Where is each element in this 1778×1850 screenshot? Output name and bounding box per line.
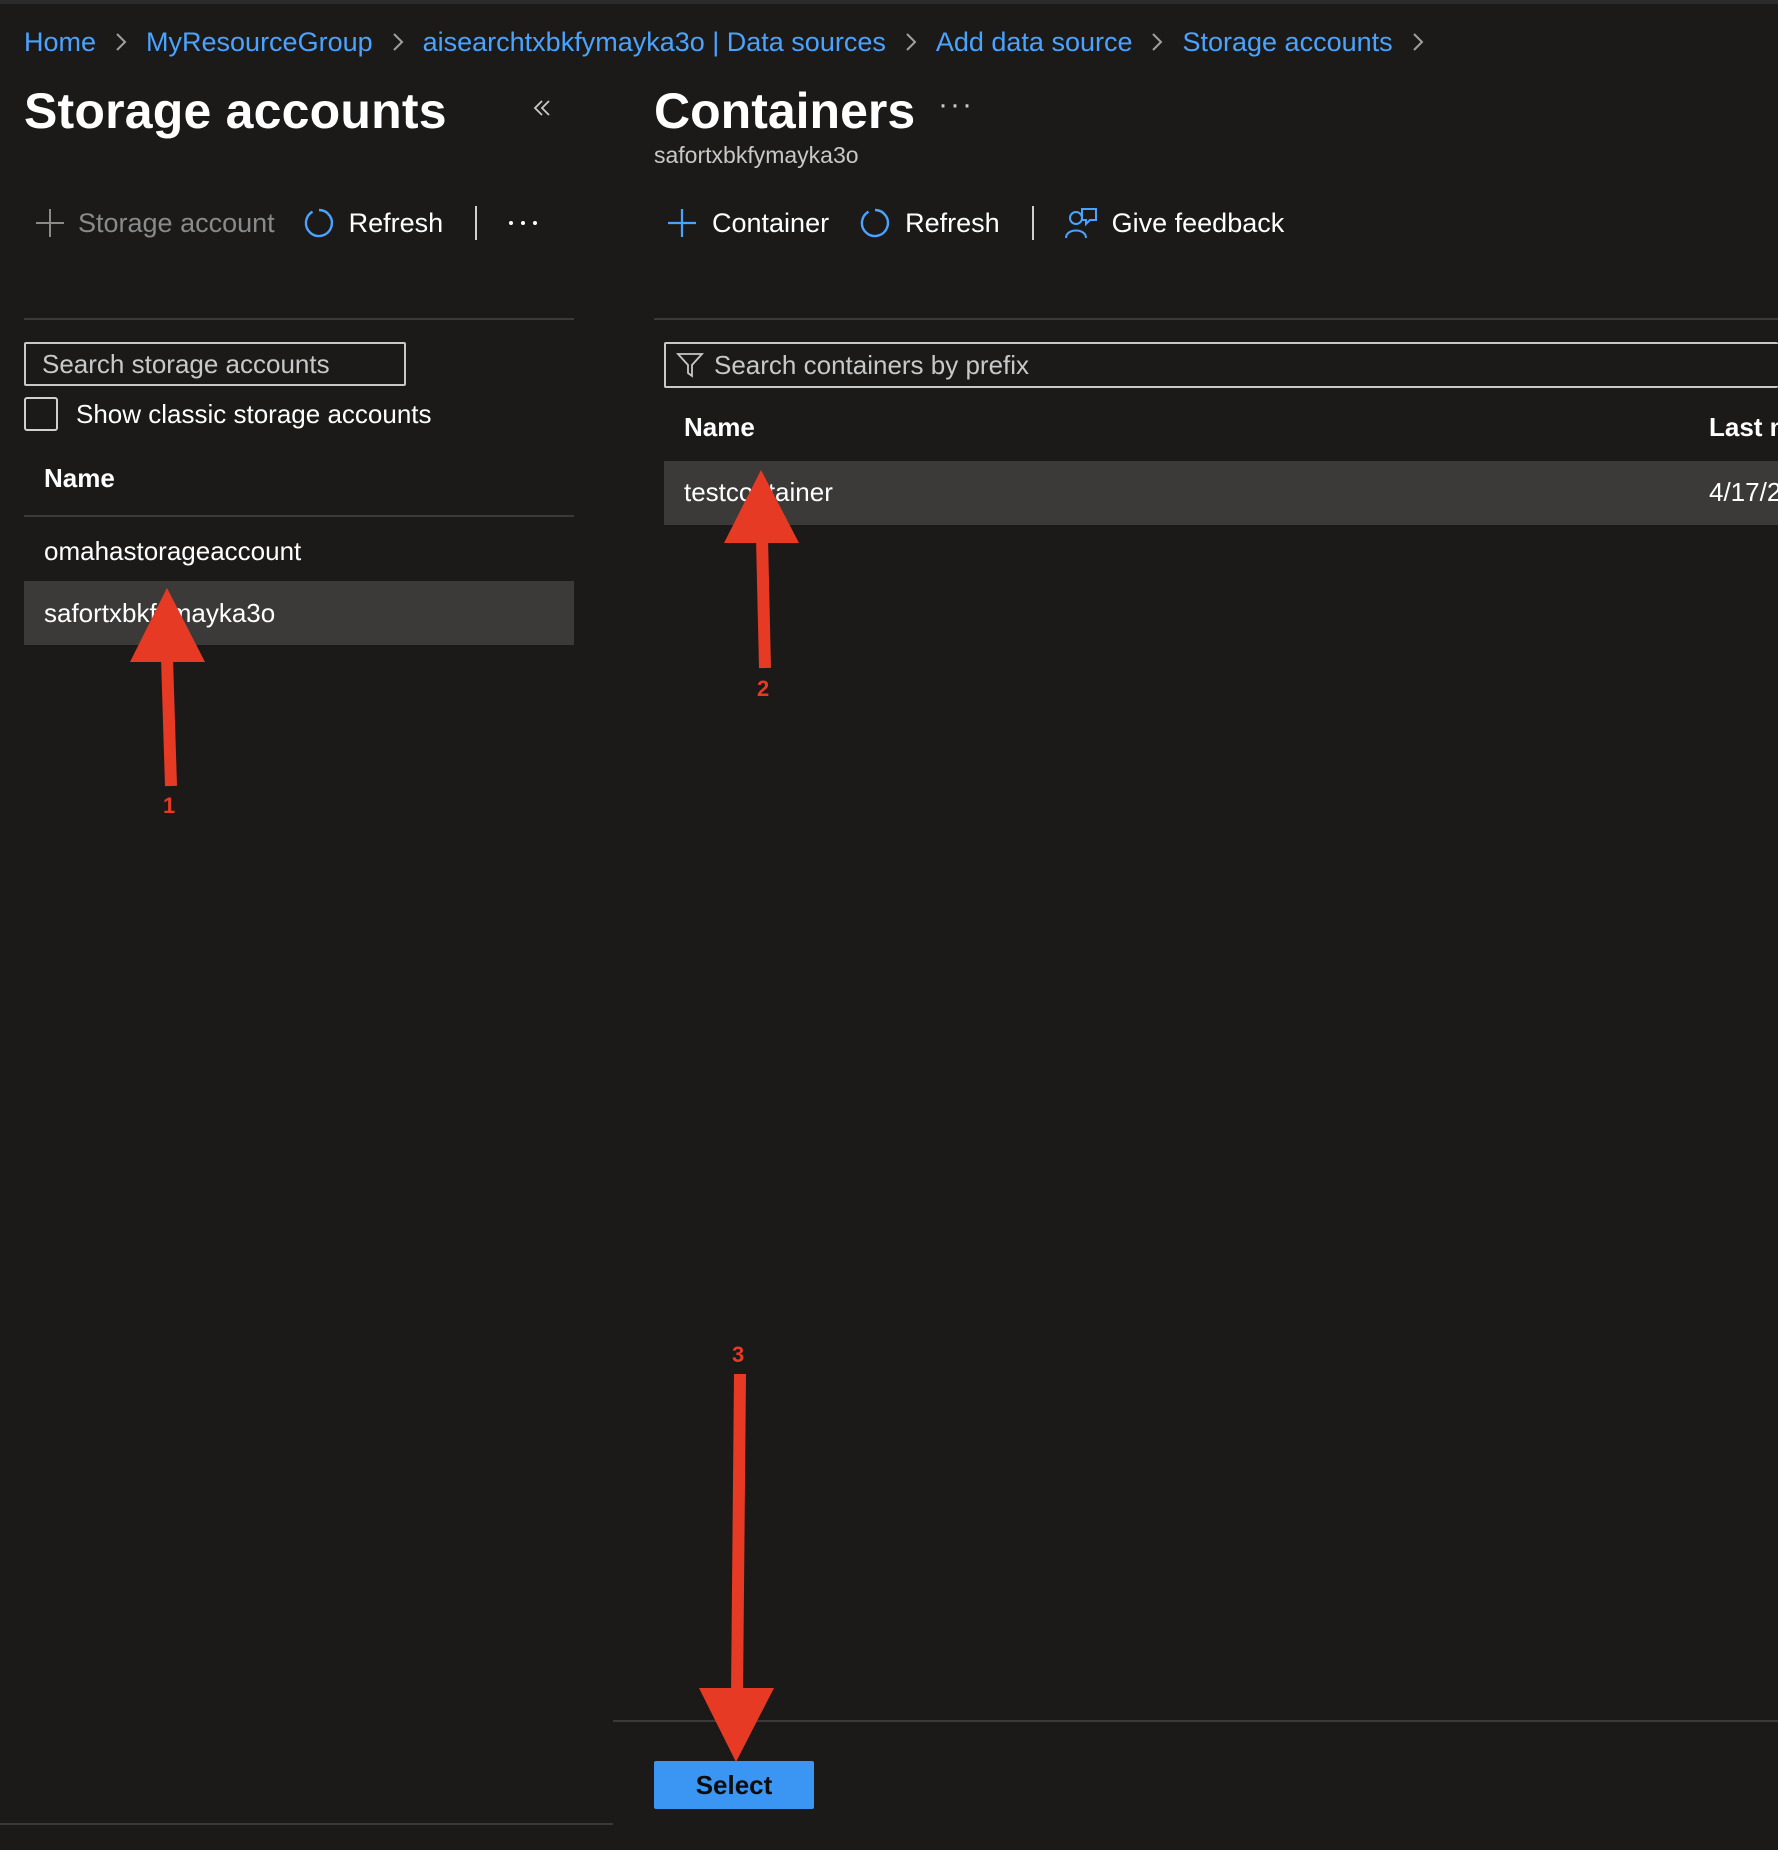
column-header-last-modified[interactable]: Last m (1709, 412, 1778, 443)
add-container-button[interactable]: Container (654, 207, 829, 239)
chevron-right-icon (1150, 31, 1164, 53)
add-storage-account-label: Storage account (78, 207, 275, 238)
show-classic-checkbox[interactable] (24, 397, 58, 431)
refresh-icon (860, 208, 890, 238)
chevron-right-icon (904, 31, 918, 53)
refresh-storage-label: Refresh (348, 207, 444, 238)
plus-icon (668, 209, 696, 237)
storage-account-name: omahastorageaccount (44, 535, 302, 566)
footer-divider (613, 1720, 1778, 1722)
annotation-label-1: 1 (163, 793, 176, 818)
chevron-right-icon (114, 31, 128, 53)
search-containers-box[interactable] (664, 342, 1778, 388)
storage-accounts-panel: Storage accounts Storage account Refresh… (0, 60, 613, 1850)
page-title: Storage accounts (24, 83, 447, 139)
containers-title: Containers (654, 83, 916, 139)
breadcrumb-resource-group[interactable]: MyResourceGroup (146, 27, 373, 58)
annotation-label-2: 2 (757, 676, 770, 701)
header-divider (24, 515, 574, 517)
feedback-icon (1064, 208, 1097, 239)
search-containers-input[interactable] (712, 348, 1716, 382)
show-classic-label: Show classic storage accounts (76, 398, 432, 429)
breadcrumb-data-sources[interactable]: aisearchtxbkfymayka3o | Data sources (423, 27, 886, 58)
footer-divider (0, 1823, 613, 1825)
breadcrumb-storage-accounts[interactable]: Storage accounts (1182, 27, 1392, 58)
refresh-storage-button[interactable]: Refresh (303, 207, 444, 239)
more-actions-button[interactable] (507, 218, 539, 228)
column-header-name[interactable]: Name (684, 412, 755, 443)
more-icon (509, 221, 538, 225)
toolbar-divider (475, 206, 478, 240)
plus-icon (36, 209, 64, 237)
breadcrumb: Home MyResourceGroup aisearchtxbkfymayka… (24, 22, 1443, 62)
chevron-right-icon (1411, 31, 1425, 53)
refresh-containers-label: Refresh (905, 207, 1000, 238)
refresh-containers-button[interactable]: Refresh (859, 207, 1000, 239)
annotation-label-3: 3 (732, 1342, 745, 1367)
container-name: testcontainer (684, 477, 833, 507)
column-header-name[interactable]: Name (44, 463, 115, 494)
top-border (0, 0, 1778, 4)
select-button[interactable]: Select (654, 1761, 814, 1809)
containers-subtitle: safortxbkfymayka3o (654, 142, 859, 168)
collapse-icon[interactable] (530, 96, 554, 120)
toolbar-divider-line (654, 318, 1778, 320)
toolbar-divider-line (24, 318, 574, 320)
search-storage-accounts-input[interactable] (24, 342, 406, 386)
give-feedback-label: Give feedback (1111, 207, 1285, 238)
breadcrumb-home[interactable]: Home (24, 27, 96, 58)
containers-panel: Containers ··· safortxbkfymayka3o Contai… (613, 60, 1778, 1850)
give-feedback-button[interactable]: Give feedback (1064, 206, 1285, 240)
show-classic-checkbox-row[interactable]: Show classic storage accounts (24, 394, 432, 434)
list-item[interactable]: omahastorageaccount (24, 519, 574, 583)
add-storage-account-button[interactable]: Storage account (24, 207, 275, 239)
storage-toolbar: Storage account Refresh (24, 195, 574, 251)
containers-toolbar: Container Refresh Give feedback (654, 195, 1284, 251)
add-container-label: Container (712, 207, 830, 238)
list-item-selected[interactable]: safortxbkfymayka3o (24, 581, 574, 645)
more-icon[interactable]: ··· (938, 88, 974, 122)
toolbar-divider (1031, 206, 1034, 240)
table-row[interactable]: testcontainer 4/17/2 (664, 461, 1778, 525)
refresh-icon (304, 208, 333, 238)
storage-account-name: safortxbkfymayka3o (44, 597, 276, 628)
container-last-modified: 4/17/2 (1709, 477, 1778, 507)
filter-icon (676, 353, 704, 378)
breadcrumb-add-data-source[interactable]: Add data source (936, 27, 1133, 58)
chevron-right-icon (391, 31, 405, 53)
